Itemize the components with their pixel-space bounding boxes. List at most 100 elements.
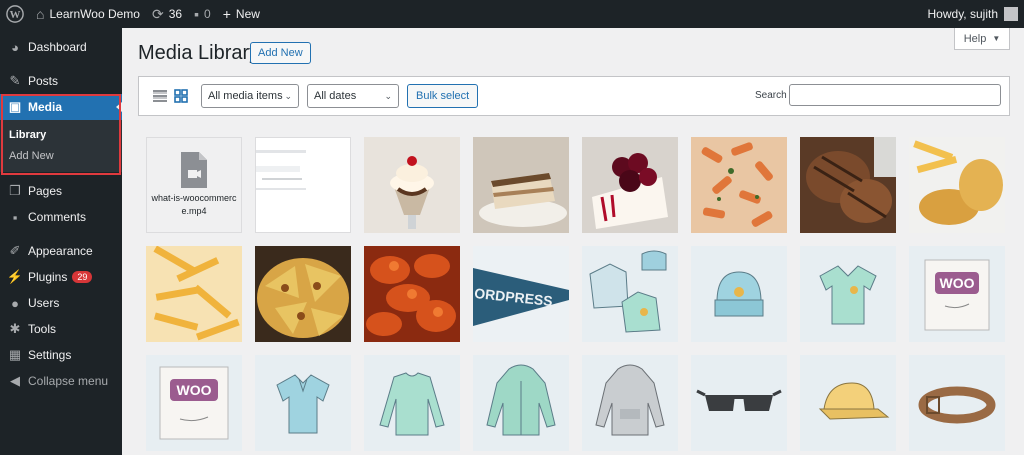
svg-text:W: W [10,9,21,21]
media-toolbar: All media items ⌄ All dates ⌄ Bulk selec… [138,76,1010,116]
new-label: New [235,7,260,21]
attachment-nachos[interactable] [255,246,351,342]
admin-bar: W ⌂ LearnWoo Demo ⟳ 36 ▪ 0 + New Howdy, … [0,0,1024,28]
home-icon: ⌂ [36,6,45,22]
attachment-woo-album[interactable]: WOO [146,355,242,451]
users-icon: ● [11,295,19,311]
help-label: Help [963,32,987,45]
attachment-video-file[interactable]: what-is-woocommerce.mp4 [146,137,242,233]
sidebar-item-label: Dashboard [28,40,87,54]
search-input[interactable] [789,84,1001,106]
sidebar-item-dashboard[interactable]: ◕ Dashboard [0,34,122,60]
sidebar-item-label: Comments [28,210,87,224]
search-label: Search [755,90,787,101]
grid-view-icon[interactable] [174,89,188,103]
media-submenu: Library Add New [0,120,122,172]
attachment-woo-poster[interactable]: WOO [909,246,1005,342]
sidebar-item-media[interactable]: ▣ Media [0,94,122,120]
attachment-wordpress-pennant[interactable]: ORDPRESS [473,246,569,342]
pages-icon: ❐ [9,183,21,198]
comment-bubble-icon: ▪ [194,6,200,22]
attachment-long-sleeve-shirt[interactable] [364,355,460,451]
sidebar-item-tools[interactable]: ✱ Tools [0,316,122,342]
admin-sidebar: ◕ Dashboard ✎ Posts ▣ Media Library Add … [0,28,122,455]
submenu-item-add-new[interactable]: Add New [0,145,122,166]
sidebar-item-label: Collapse menu [28,374,109,388]
sidebar-item-label: Users [28,296,60,310]
attachment-ice-cream-sundae[interactable] [364,137,460,233]
attachment-filename: what-is-woocommerce.mp4 [151,193,237,216]
sidebar-item-label: Plugins [28,270,68,284]
howdy-text: Howdy, sujith [927,7,998,21]
tools-icon: ✱ [9,321,21,336]
comments-icon: ▪ [12,209,18,225]
attachment-hoodie-with-zipper[interactable] [473,355,569,451]
dashboard-icon: ◕ [11,39,19,55]
settings-icon: ▦ [8,347,22,362]
attachment-fries-and-fish[interactable] [909,137,1005,233]
attachment-tiramisu[interactable] [473,137,569,233]
sidebar-item-label: Posts [28,74,59,88]
sidebar-item-plugins[interactable]: ⚡ Plugins 29 [0,264,122,290]
attachment-grilled-steak[interactable] [800,137,896,233]
sidebar-item-comments[interactable]: ▪ Comments [0,204,122,230]
new-content-link[interactable]: + New [217,0,266,28]
plus-icon: + [222,6,231,22]
attachment-sunglasses[interactable] [691,355,787,451]
sidebar-item-label: Media [28,100,63,114]
collapse-icon: ◀ [10,373,20,388]
media-icon: ▣ [8,99,22,114]
page-title: Media Library [138,42,260,64]
date-filter-value: All dates [314,90,357,102]
attachment-cap[interactable] [800,355,896,451]
comments-link[interactable]: ▪ 0 [188,0,217,28]
updates-count: 36 [168,7,183,21]
attachment-chicken-wings[interactable] [364,246,460,342]
attachment-french-fries[interactable] [146,246,242,342]
attachment-document-screenshot[interactable] [255,137,351,233]
submenu-item-library[interactable]: Library [0,124,122,145]
plugins-icon: ⚡ [6,269,24,284]
plugins-update-badge: 29 [72,271,93,283]
appearance-icon: ✐ [9,243,21,258]
refresh-icon: ⟳ [151,6,164,22]
sidebar-item-appearance[interactable]: ✐ Appearance [0,238,122,264]
list-view-icon[interactable] [153,89,167,103]
account-menu[interactable]: Howdy, sujith [922,0,1024,28]
sidebar-item-settings[interactable]: ▦ Settings [0,342,122,368]
caret-down-icon: ▼ [992,34,1001,43]
sidebar-item-users[interactable]: ● Users [0,290,122,316]
site-name-link[interactable]: ⌂ LearnWoo Demo [30,0,146,28]
attachment-hoodie-and-shirts[interactable] [582,246,678,342]
attachment-belt[interactable] [909,355,1005,451]
attachment-cherry-cheesecake[interactable] [582,137,678,233]
sidebar-item-label: Pages [28,184,63,198]
attachment-v-neck-tshirt[interactable] [800,246,896,342]
bulk-select-button[interactable]: Bulk select [407,84,479,108]
svg-text:WOO: WOO [177,382,212,398]
attachment-polo-shirt[interactable] [255,355,351,451]
comments-count: 0 [204,7,211,21]
attachment-beanie[interactable] [691,246,787,342]
pin-icon: ✎ [9,73,21,88]
sidebar-item-label: Settings [28,348,72,362]
main-content: Help ▼ Media Library Add New All media i… [122,28,1024,455]
sidebar-item-pages[interactable]: ❐ Pages [0,178,122,204]
date-filter[interactable]: All dates ⌄ [307,84,399,108]
attachment-hoodie-gray[interactable] [582,355,678,451]
sidebar-item-label: Appearance [28,244,93,258]
video-file-icon [181,152,207,188]
media-type-value: All media items [208,90,283,102]
add-new-button[interactable]: Add New [250,42,311,64]
sidebar-item-posts[interactable]: ✎ Posts [0,68,122,94]
chevron-down-icon: ⌄ [384,90,392,101]
help-tab-button[interactable]: Help ▼ [954,28,1010,50]
site-name: LearnWoo Demo [49,7,140,21]
media-type-filter[interactable]: All media items ⌄ [201,84,299,108]
collapse-menu-button[interactable]: ◀ Collapse menu [0,368,122,394]
svg-text:WOO: WOO [940,275,975,291]
attachment-penne-pasta[interactable] [691,137,787,233]
wordpress-logo-icon[interactable]: W [0,0,30,28]
sidebar-item-label: Tools [28,322,57,336]
updates-link[interactable]: ⟳ 36 [146,0,188,28]
